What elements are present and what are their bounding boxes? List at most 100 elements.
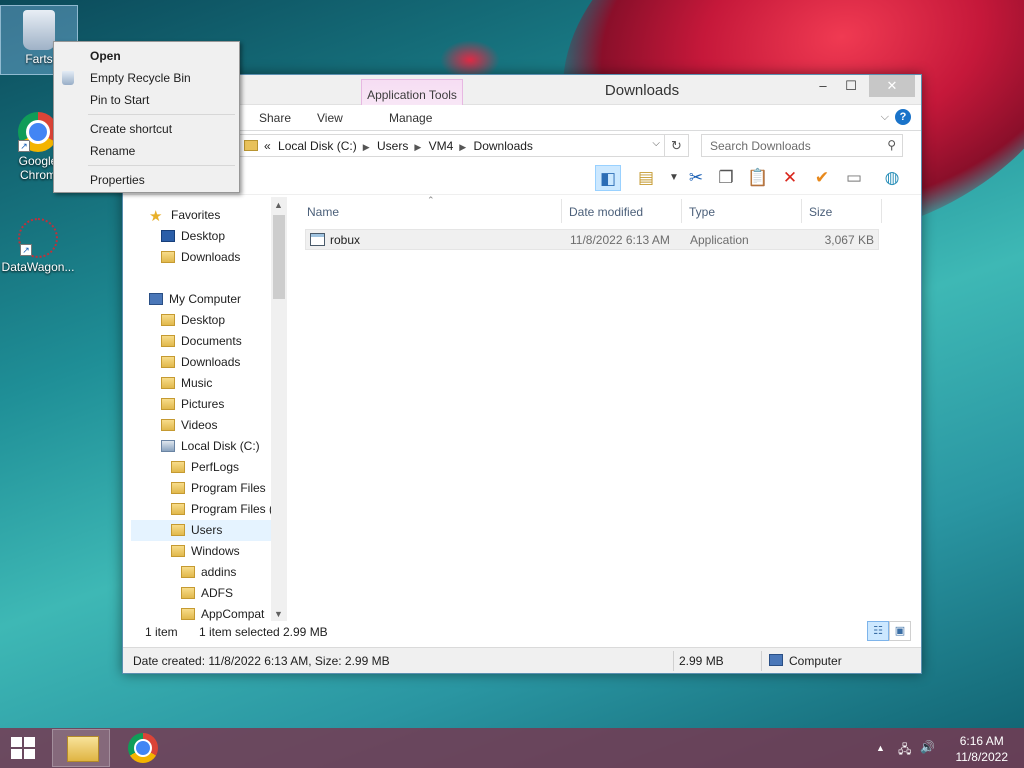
copy-icon[interactable]: ❐ [713, 165, 739, 191]
scroll-down-icon[interactable]: ▼ [274, 609, 283, 619]
search-input[interactable]: Search Downloads ⚲ [701, 134, 903, 157]
minimize-button[interactable]: – [809, 75, 837, 97]
divider [673, 651, 674, 671]
scrollbar-thumb[interactable] [273, 215, 285, 299]
nav-pictures[interactable]: Pictures [131, 394, 287, 415]
network-icon[interactable]: 🖧 [898, 740, 911, 761]
menu-item-pin-to-start[interactable]: Pin to Start [56, 89, 237, 111]
status-selected-size: 2.99 MB [283, 625, 328, 639]
nav-perflogs[interactable]: PerfLogs [131, 457, 287, 478]
close-button[interactable]: ✕ [869, 75, 915, 97]
taskbar: ▲ 🖧 🔊 6:16 AM 11/8/2022 [0, 728, 1024, 768]
paste-icon[interactable]: 📋 [745, 165, 771, 191]
desktop-icon-datawagon[interactable]: ↗ DataWagon... [0, 218, 76, 274]
folder-options-icon[interactable]: ▤ [633, 165, 659, 191]
breadcrumb-vm4[interactable]: VM4 [429, 139, 454, 153]
scroll-up-icon[interactable]: ▲ [274, 200, 283, 210]
nav-desktop[interactable]: Desktop [131, 310, 287, 331]
nav-scrollbar[interactable]: ▲ ▼ [271, 197, 287, 621]
taskbar-file-explorer[interactable] [52, 729, 110, 767]
chevron-right-icon[interactable]: ▶ [459, 142, 466, 152]
downloads-folder-icon [161, 251, 175, 263]
clock-time: 6:16 AM [959, 734, 1004, 748]
title-bar[interactable]: Application Tools Downloads – ☐ ✕ [123, 75, 921, 129]
nav-addins[interactable]: addins [131, 562, 287, 583]
chrome-icon: ↗ [18, 112, 58, 152]
folder-icon [161, 314, 175, 326]
large-icons-view-button[interactable]: ▣ [889, 621, 911, 641]
breadcrumb: « Local Disk (C:) ▶ Users ▶ VM4 ▶ Downloads [264, 139, 537, 153]
nav-adfs[interactable]: ADFS [131, 583, 287, 604]
column-divider[interactable] [681, 199, 682, 223]
tab-manage[interactable]: Manage [389, 111, 432, 125]
menu-item-empty-recycle-bin[interactable]: Empty Recycle Bin [56, 67, 237, 89]
details-size: 2.99 MB [679, 654, 724, 668]
sort-arrow-icon: ⌃ [427, 195, 435, 205]
nav-appcompat[interactable]: AppCompat [131, 604, 287, 621]
file-date-modified: 11/8/2022 6:13 AM [570, 233, 670, 247]
nav-favorites[interactable]: ★ Favorites [131, 205, 287, 226]
folder-icon [171, 482, 185, 494]
delete-icon[interactable]: ✕ [777, 165, 803, 191]
column-header-type[interactable]: Type [689, 205, 715, 219]
videos-folder-icon [161, 419, 175, 431]
breadcrumb-local-disk[interactable]: Local Disk (C:) [278, 139, 357, 153]
nav-music[interactable]: Music [131, 373, 287, 394]
address-bar[interactable]: « Local Disk (C:) ▶ Users ▶ VM4 ▶ Downloads… [239, 134, 665, 157]
column-divider[interactable] [801, 199, 802, 223]
table-row[interactable]: robux 11/8/2022 6:13 AM Application 3,06… [305, 229, 879, 250]
folder-icon [181, 608, 195, 620]
menu-item-properties[interactable]: Properties [56, 169, 237, 191]
search-icon[interactable]: ⚲ [887, 138, 896, 152]
chevron-down-icon[interactable]: ⌵ [652, 138, 660, 149]
show-hidden-icons[interactable]: ▲ [876, 743, 885, 753]
column-header-size[interactable]: Size [809, 205, 832, 219]
nav-program-files-x86[interactable]: Program Files ( [131, 499, 287, 520]
recycle-bin-icon [62, 71, 74, 85]
details-view-button[interactable]: ☷ [867, 621, 889, 641]
downloads-folder-icon [161, 356, 175, 368]
chevron-right-icon[interactable]: ▶ [363, 142, 370, 152]
tab-share[interactable]: Share [259, 111, 291, 125]
nav-program-files[interactable]: Program Files [131, 478, 287, 499]
system-clock[interactable]: 6:16 AM 11/8/2022 [956, 733, 1009, 765]
properties-icon[interactable]: ◍ [879, 165, 905, 191]
nav-downloads[interactable]: Downloads [131, 352, 287, 373]
column-header-name[interactable]: Name [307, 205, 339, 219]
ribbon-expand-icon[interactable]: ⌵ [881, 111, 889, 124]
breadcrumb-users[interactable]: Users [377, 139, 408, 153]
taskbar-chrome[interactable] [114, 729, 172, 767]
preview-pane-button[interactable]: ◧ [595, 165, 621, 191]
breadcrumb-overflow[interactable]: « [264, 139, 271, 153]
start-button[interactable] [0, 728, 48, 768]
menu-item-rename[interactable]: Rename [56, 140, 237, 162]
file-list: ⌃ Name Date modified Type Size robux 11/… [297, 195, 917, 621]
rename-icon[interactable]: ▭ [841, 165, 867, 191]
help-icon[interactable]: ? [895, 109, 911, 125]
nav-windows[interactable]: Windows [131, 541, 287, 562]
column-divider[interactable] [881, 199, 882, 223]
volume-icon[interactable]: 🔊 [920, 740, 935, 754]
cut-icon[interactable]: ✂ [683, 165, 709, 191]
refresh-button[interactable]: ↻ [665, 134, 689, 157]
nav-videos[interactable]: Videos [131, 415, 287, 436]
navigation-pane: ★ Favorites Desktop Downloads My Computer… [131, 197, 287, 621]
column-divider[interactable] [561, 199, 562, 223]
star-icon: ★ [149, 208, 163, 225]
menu-item-open[interactable]: Open [56, 45, 237, 67]
checkmark-icon[interactable]: ✔ [809, 165, 835, 191]
nav-favorites-desktop[interactable]: Desktop [131, 226, 287, 247]
maximize-button[interactable]: ☐ [837, 75, 865, 97]
breadcrumb-downloads[interactable]: Downloads [474, 139, 533, 153]
nav-documents[interactable]: Documents [131, 331, 287, 352]
nav-local-disk[interactable]: Local Disk (C:) [131, 436, 287, 457]
nav-my-computer[interactable]: My Computer [131, 289, 287, 310]
chevron-right-icon[interactable]: ▶ [414, 142, 421, 152]
nav-users[interactable]: Users [131, 520, 287, 541]
column-header-date-modified[interactable]: Date modified [569, 205, 643, 219]
tab-view[interactable]: View [317, 111, 343, 125]
menu-item-create-shortcut[interactable]: Create shortcut [56, 118, 237, 140]
desktop-icon-label: DataWagon... [1, 260, 75, 274]
nav-favorites-downloads[interactable]: Downloads [131, 247, 287, 268]
menu-separator [88, 165, 235, 166]
